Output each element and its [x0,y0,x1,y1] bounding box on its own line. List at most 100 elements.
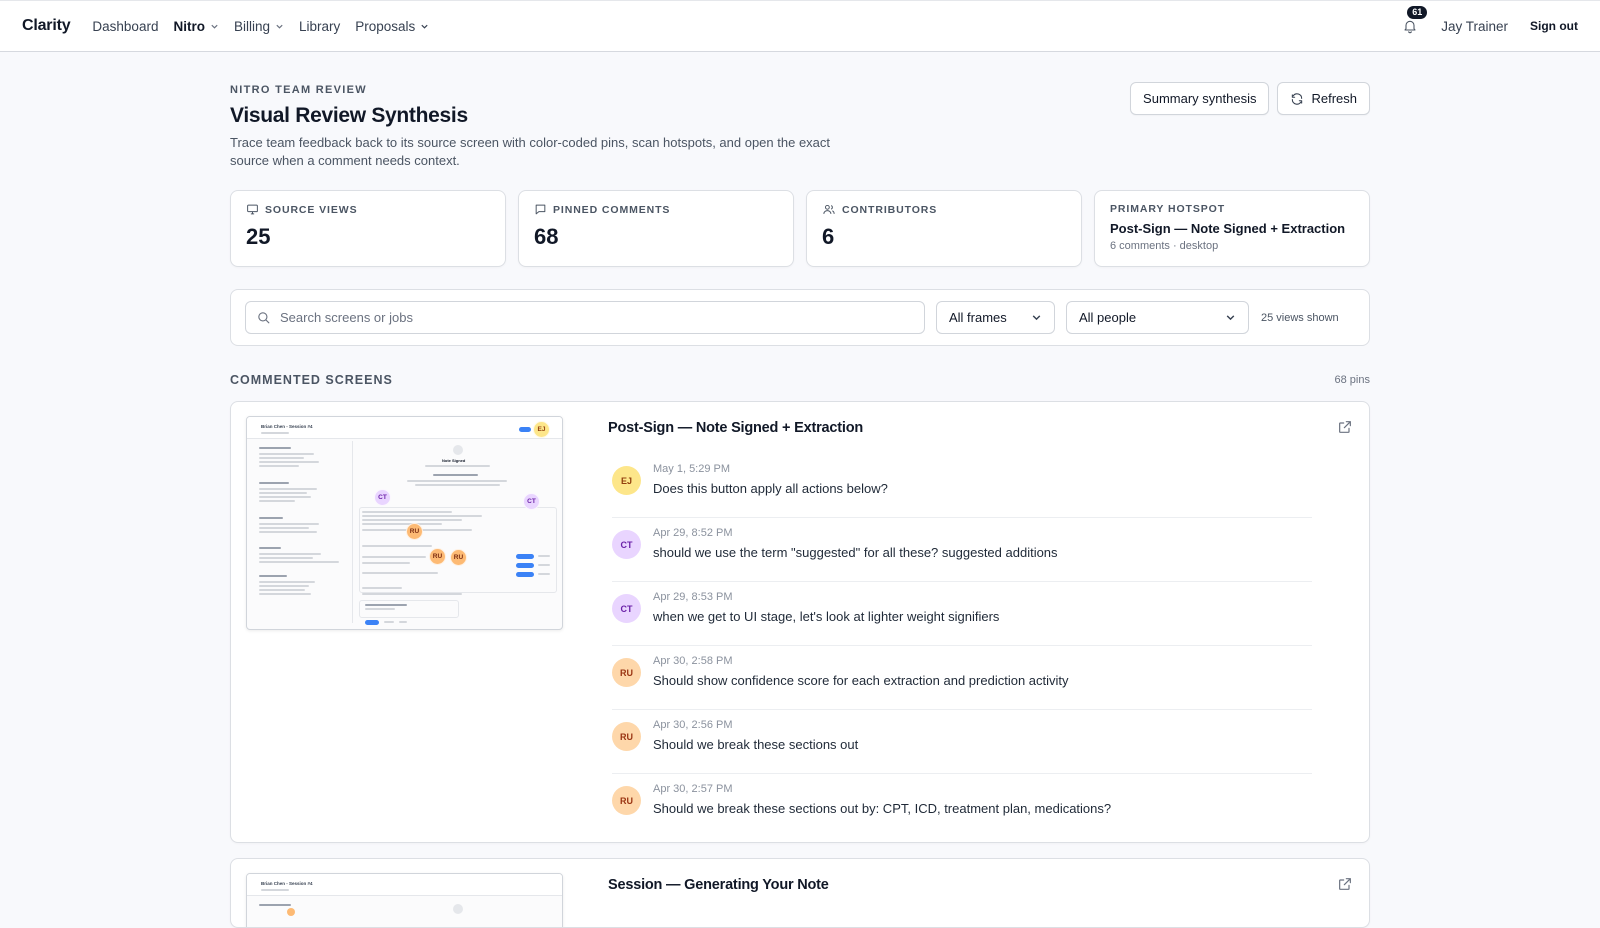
stat-label-row: PRIMARY HOTSPOT [1110,203,1354,215]
page-description: Trace team feedback back to its source s… [230,135,831,168]
chevron-down-icon [276,24,283,29]
nav-label: Library [298,18,341,34]
nav-item-billing[interactable]: Billing [234,19,284,34]
screen-thumbnail[interactable]: Brian Chen - Session #4 [246,416,563,630]
thumb-check-circle [453,904,463,914]
page-header: NITRO TEAM REVIEW Visual Review Synthesi… [230,52,1370,190]
chevron-down-icon [421,24,428,29]
thumb-pin[interactable]: RU [450,549,467,566]
screen-card: Brian Chen - Session #4 Note Signed EJ C… [230,401,1370,843]
external-link-icon[interactable] [1337,419,1353,435]
refresh-label: Refresh [1311,91,1357,106]
thumb-pin[interactable]: RU [429,548,446,565]
thumb-pin[interactable]: CT [374,489,391,506]
comment-text: should we use the term "suggested" for a… [653,545,1058,560]
thumb-pin[interactable]: EJ [533,421,550,438]
chevron-down-icon [211,24,218,29]
views-shown-count: 25 views shown [1261,311,1339,324]
header-actions: Summary synthesis Refresh [1130,82,1370,115]
notifications-button[interactable]: 61 [1399,6,1428,37]
comment-timestamp: Apr 30, 2:56 PM [653,719,733,731]
comment-item[interactable]: CT Apr 29, 8:52 PM should we use the ter… [612,518,1312,582]
nav-label: Nitro [173,18,205,34]
nav-item-library[interactable]: Library [299,19,340,34]
refresh-button[interactable]: Refresh [1277,82,1370,115]
comment-text: Should we break these sections out by: C… [653,801,1112,816]
thumb-pin-dot [287,908,295,916]
comment-item[interactable]: RU Apr 30, 2:56 PM Should we break these… [612,710,1312,774]
user-name[interactable]: Jay Trainer [1441,19,1508,34]
stat-value: 68 [534,224,559,249]
people-select[interactable]: All people [1066,301,1249,334]
chevron-down-icon [1226,315,1235,321]
top-right-controls: 61 Jay Trainer Sign out [1399,6,1578,37]
comment-timestamp: Apr 30, 2:57 PM [653,783,733,795]
stat-label-row: SOURCE VIEWS [246,203,490,216]
hotspot-subtitle: 6 comments · desktop [1110,240,1219,252]
notification-badge: 61 [1407,6,1428,19]
avatar: RU [612,722,641,751]
stat-value: 6 [822,224,835,249]
summary-synthesis-button[interactable]: Summary synthesis [1130,82,1270,115]
avatar: RU [612,786,641,815]
comment-item[interactable]: EJ May 1, 5:29 PM Does this button apply… [612,454,1312,518]
stat-label: PINNED COMMENTS [553,203,671,216]
stat-primary-hotspot[interactable]: PRIMARY HOTSPOT Post-Sign — Note Signed … [1094,190,1370,267]
top-nav: Clarity Dashboard Nitro Billing Library … [0,0,1600,52]
page-eyebrow: NITRO TEAM REVIEW [230,84,367,96]
main-nav: Dashboard Nitro Billing Library Proposal… [92,19,429,34]
avatar: CT [612,530,641,559]
thumb-header-text: Brian Chen - Session #4 [261,881,313,886]
comment-item[interactable]: CT Apr 29, 8:53 PM when we get to UI sta… [612,582,1312,646]
comment-timestamp: Apr 30, 2:58 PM [653,655,733,667]
search-icon [258,312,270,324]
thumb-header-text: Brian Chen - Session #4 [261,424,313,429]
stat-label: SOURCE VIEWS [265,203,358,216]
comment-item[interactable]: RU Apr 30, 2:58 PM Should show confidenc… [612,646,1312,710]
stat-label: CONTRIBUTORS [842,203,938,216]
screen-thumbnail[interactable]: Brian Chen - Session #4 [246,873,563,927]
stats-row: SOURCE VIEWS 25 PINNED COMMENTS 68 CONTR… [230,190,1370,267]
monitor-icon [247,204,258,215]
screen-title: Post-Sign — Note Signed + Extraction [608,420,864,436]
thumb-pin[interactable]: RU [406,523,423,540]
nav-item-proposals[interactable]: Proposals [355,19,429,34]
filter-bar: All frames All people 25 views shown [230,289,1370,346]
nav-item-nitro[interactable]: Nitro [173,19,219,34]
thumb-note-title: Note Signed [442,458,466,463]
sign-out-link[interactable]: Sign out [1530,19,1578,33]
bell-icon [1404,20,1416,34]
main-content: NITRO TEAM REVIEW Visual Review Synthesi… [230,52,1370,928]
hotspot-title: Post-Sign — Note Signed + Extraction [1110,221,1346,236]
comment-timestamp: Apr 29, 8:53 PM [653,591,733,603]
search-input[interactable] [280,310,914,325]
external-link-icon[interactable] [1337,876,1353,892]
comment-item[interactable]: RU Apr 30, 2:57 PM Should we break these… [612,774,1312,838]
frames-select[interactable]: All frames [936,301,1055,334]
nav-label: Billing [233,18,270,34]
section-title: COMMENTED SCREENS [230,373,393,387]
brand-logo[interactable]: Clarity [22,17,71,35]
comment-body: Apr 30, 2:56 PM Should we break these se… [653,719,858,752]
stat-pinned-comments: PINNED COMMENTS 68 [518,190,794,267]
comment-body: Apr 29, 8:52 PM should we use the term "… [653,527,1058,560]
nav-label: Proposals [355,18,416,34]
avatar: EJ [612,466,641,495]
search-box [245,301,925,334]
summary-synthesis-label: Summary synthesis [1143,91,1257,106]
comment-text: Does this button apply all actions below… [653,481,888,496]
comment-timestamp: May 1, 5:29 PM [653,463,731,475]
comment-text: Should show confidence score for each ex… [653,673,1069,688]
stat-label: PRIMARY HOTSPOT [1110,203,1226,215]
stat-label-row: CONTRIBUTORS [822,203,1066,216]
chevron-down-icon [1032,315,1041,321]
comment-icon [535,204,546,215]
comment-body: Apr 29, 8:53 PM when we get to UI stage,… [653,591,999,624]
thumb-pin[interactable]: CT [523,493,540,510]
frames-select-value: All frames [949,310,1007,325]
refresh-icon [1292,92,1303,105]
nav-item-dashboard[interactable]: Dashboard [92,19,158,34]
stat-source-views: SOURCE VIEWS 25 [230,190,506,267]
people-select-value: All people [1079,310,1137,325]
stat-label-row: PINNED COMMENTS [534,203,778,216]
